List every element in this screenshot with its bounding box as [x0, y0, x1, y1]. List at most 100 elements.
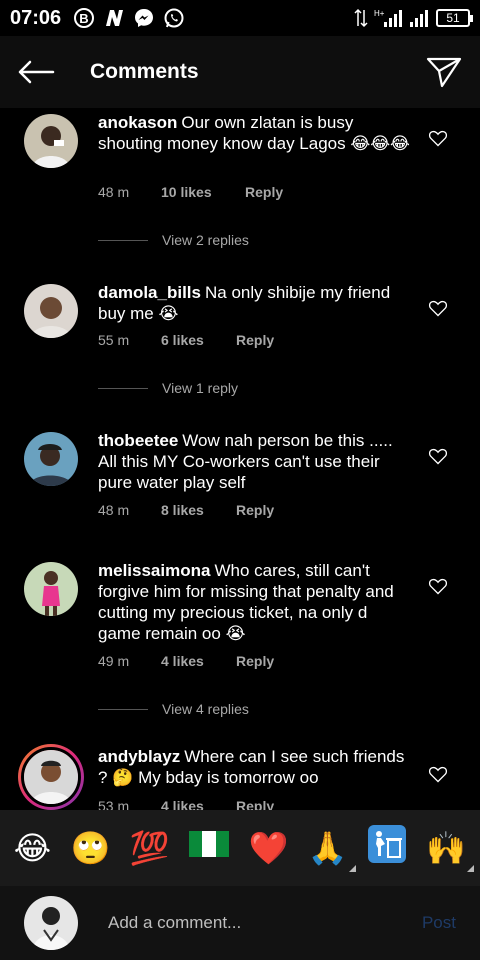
- profile-photo-icon: [24, 562, 78, 616]
- variants-indicator-icon: [348, 865, 356, 872]
- data-transfer-icon: [354, 8, 368, 28]
- emoji-tears-of-joy-button[interactable]: 😂: [14, 828, 51, 868]
- likes-count[interactable]: 10 likes: [161, 184, 245, 200]
- emoji-folded-hands-button[interactable]: 🙏: [307, 828, 356, 872]
- comment-time: 48 m: [98, 184, 130, 200]
- reply-button[interactable]: Reply: [245, 184, 283, 200]
- flag-nigeria-icon: [189, 831, 230, 857]
- replies-divider: [98, 387, 148, 389]
- comment-time: 48 m: [98, 502, 130, 518]
- messenger-icon: [135, 9, 154, 27]
- signal-h-plus-icon: H+: [374, 9, 402, 27]
- replies-divider: [98, 708, 148, 710]
- comment-username[interactable]: andyblayz: [98, 747, 180, 766]
- comments-header: Comments: [0, 36, 480, 108]
- back-arrow-icon: [18, 60, 55, 84]
- variants-indicator-icon: [467, 865, 475, 872]
- avatar[interactable]: [24, 114, 78, 168]
- comment-text: thobeetee Wow nah person be this ..... Al…: [98, 430, 410, 493]
- emoji-raising-hands-button[interactable]: 🙌: [426, 828, 475, 872]
- comment-text: andyblayz Where can I see such friends ? …: [98, 746, 410, 788]
- emoji-red-heart-button[interactable]: ❤️: [248, 828, 288, 868]
- svg-text:H+: H+: [374, 9, 385, 18]
- view-replies-button[interactable]: View 2 replies: [98, 232, 249, 248]
- battery-icon: 51: [436, 9, 473, 27]
- comment-composer: Post: [0, 886, 480, 960]
- profile-photo-icon: [24, 284, 78, 338]
- like-heart-icon[interactable]: [428, 128, 448, 148]
- avatar-inner: [21, 747, 81, 807]
- signal-icon: [410, 10, 428, 27]
- replies-divider: [98, 239, 148, 241]
- comment-meta: 48 m 8 likes Reply: [98, 502, 274, 518]
- avatar[interactable]: [24, 432, 78, 486]
- comment-meta: 55 m 6 likes Reply: [98, 332, 274, 348]
- comment-time: 49 m: [98, 653, 130, 669]
- emoji-litter-bin-button[interactable]: [367, 824, 407, 873]
- reply-button[interactable]: Reply: [236, 653, 274, 669]
- face-with-rolling-eyes-icon: 🙄: [70, 829, 111, 867]
- paper-plane-icon: [426, 57, 462, 88]
- like-heart-icon[interactable]: [428, 576, 448, 596]
- likes-count[interactable]: 4 likes: [161, 653, 236, 669]
- emoji-hundred-button[interactable]: 💯: [130, 828, 170, 868]
- post-button[interactable]: Post: [422, 913, 456, 933]
- notification-icons: B: [73, 7, 185, 29]
- comment-text: melissaimona Who cares, still can't forgi…: [98, 560, 410, 644]
- profile-photo-icon: [24, 896, 78, 950]
- view-replies-label: View 2 replies: [162, 232, 249, 248]
- add-comment-input[interactable]: [108, 913, 398, 933]
- back-button[interactable]: [0, 36, 72, 108]
- profile-photo-icon: [24, 432, 78, 486]
- likes-count[interactable]: 6 likes: [161, 332, 236, 348]
- n-notification-icon: [106, 10, 124, 26]
- emoji-rolling-eyes-button[interactable]: 🙄: [71, 828, 111, 868]
- comment-username[interactable]: damola_bills: [98, 283, 201, 302]
- likes-count[interactable]: 8 likes: [161, 502, 236, 518]
- red-heart-icon: ❤️: [248, 829, 289, 867]
- system-indicators: H+ 51: [354, 8, 473, 28]
- comment-meta: 53 m 4 likes Reply: [98, 798, 274, 810]
- comment-username[interactable]: anokason: [98, 113, 177, 132]
- comment-username[interactable]: melissaimona: [98, 561, 210, 580]
- view-replies-button[interactable]: View 1 reply: [98, 380, 238, 396]
- like-heart-icon[interactable]: [428, 298, 448, 318]
- like-heart-icon[interactable]: [428, 446, 448, 466]
- avatar[interactable]: [24, 284, 78, 338]
- svg-text:B: B: [79, 11, 88, 26]
- hundred-points-icon: 💯: [129, 829, 170, 867]
- current-user-avatar: [24, 896, 78, 950]
- comment-text: damola_bills Na only shibije my friend bu…: [98, 282, 410, 324]
- litter-in-bin-icon: [368, 824, 406, 863]
- avatar[interactable]: [24, 562, 78, 616]
- folded-hands-icon: 🙏: [307, 829, 348, 867]
- emoji-flag-nigeria-button[interactable]: [189, 828, 230, 868]
- raising-hands-icon: 🙌: [426, 829, 467, 867]
- reply-button[interactable]: Reply: [236, 798, 274, 810]
- comment-meta: 48 m 10 likes Reply: [98, 184, 283, 200]
- comment-time: 53 m: [98, 798, 130, 810]
- profile-photo-icon: [24, 750, 78, 804]
- emoji-quick-bar: 😂 🙄 💯 ❤️ 🙏 🙌: [0, 810, 480, 886]
- face-with-tears-of-joy-icon: 😂: [13, 829, 52, 867]
- share-button[interactable]: [408, 36, 480, 108]
- view-replies-label: View 1 reply: [162, 380, 239, 396]
- battery-level: 51: [446, 11, 460, 25]
- comment-text: anokason Our own zlatan is busy shouting …: [98, 112, 410, 154]
- b-notification-icon: B: [74, 8, 95, 28]
- avatar-with-story-ring[interactable]: [18, 744, 84, 810]
- reply-button[interactable]: Reply: [236, 332, 274, 348]
- view-replies-label: View 4 replies: [162, 701, 249, 717]
- comment-time: 55 m: [98, 332, 130, 348]
- status-bar: 07:06 B H+ 51: [0, 0, 480, 36]
- page-title: Comments: [90, 60, 199, 83]
- status-time: 07:06: [10, 6, 62, 29]
- likes-count[interactable]: 4 likes: [161, 798, 236, 810]
- like-heart-icon[interactable]: [428, 764, 448, 784]
- profile-photo-icon: [24, 114, 78, 168]
- view-replies-button[interactable]: View 4 replies: [98, 701, 249, 717]
- comments-list[interactable]: anokason Our own zlatan is busy shouting …: [0, 108, 480, 810]
- whatsapp-icon: [164, 8, 184, 28]
- comment-username[interactable]: thobeetee: [98, 431, 178, 450]
- reply-button[interactable]: Reply: [236, 502, 274, 518]
